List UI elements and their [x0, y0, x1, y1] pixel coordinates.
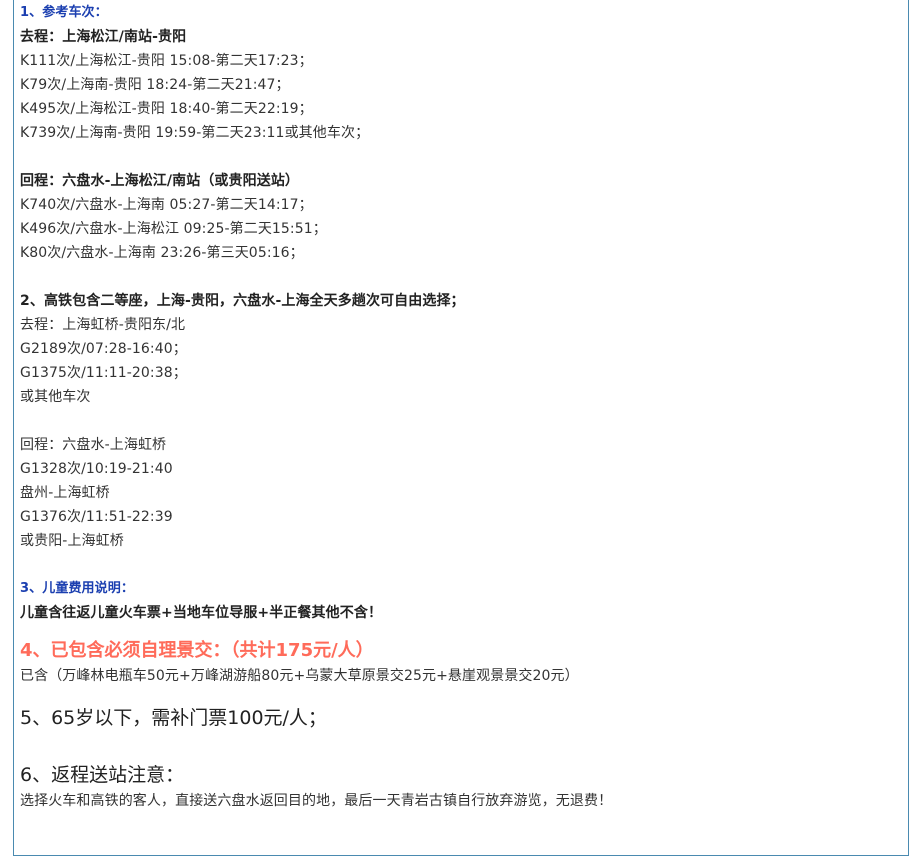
- section1-heading: 1、参考车次：: [20, 5, 108, 20]
- hsr-line: G1328次/10:19-21:40: [20, 461, 173, 477]
- train-line: K739次/上海南-贵阳 19:59-第二天23:11或其他车次；: [20, 125, 370, 141]
- return-title: 回程：六盘水-上海松江/南站（或贵阳送站）: [20, 173, 300, 189]
- section5-heading: 5、65岁以下，需补门票100元/人；: [20, 707, 327, 729]
- hsr-line: 回程：六盘水-上海虹桥: [20, 437, 167, 453]
- hsr-line: G1376次/11:51-22:39: [20, 509, 173, 525]
- train-line: K111次/上海松江-贵阳 15:08-第二天17:23；: [20, 53, 313, 69]
- train-line: K496次/六盘水-上海松江 09:25-第二天15:51；: [20, 221, 327, 237]
- hsr-line: G2189次/07:28-16:40；: [20, 341, 187, 357]
- hsr-line: 或贵阳-上海虹桥: [20, 533, 124, 549]
- itinerary-notes: 1、参考车次： 去程：上海松江/南站-贵阳 K111次/上海松江-贵阳 15:0…: [20, 1, 900, 813]
- train-line: K80次/六盘水-上海南 23:26-第三天05:16；: [20, 245, 304, 261]
- hsr-line: 或其他车次: [20, 389, 91, 405]
- section4-heading: 4、已包含必须自理景交：（共计175元/人）: [20, 640, 374, 661]
- train-line: K79次/上海南-贵阳 18:24-第二天21:47；: [20, 77, 290, 93]
- section3-heading: 3、儿童费用说明：: [20, 581, 134, 596]
- train-line: K495次/上海松江-贵阳 18:40-第二天22:19；: [20, 101, 313, 117]
- section2-heading: 2、高铁包含二等座，上海-贵阳，六盘水-上海全天多趟次可自由选择；: [20, 293, 465, 309]
- outbound-title: 去程：上海松江/南站-贵阳: [20, 29, 187, 45]
- section6-heading: 6、返程送站注意：: [20, 764, 185, 786]
- train-line: K740次/六盘水-上海南 05:27-第二天14:17；: [20, 197, 313, 213]
- hsr-line: 盘州-上海虹桥: [20, 485, 110, 501]
- return-notice-text: 选择火车和高铁的客人，直接送六盘水返回目的地，最后一天青岩古镇自行放弃游览，无退…: [20, 793, 613, 809]
- hsr-line: G1375次/11:11-20:38；: [20, 365, 187, 381]
- hsr-line: 去程：上海虹桥-贵阳东/北: [20, 317, 186, 333]
- included-fees-text: 已含（万峰林电瓶车50元+万峰湖游船80元+乌蒙大草原景交25元+悬崖观景景交2…: [20, 668, 579, 684]
- child-fee-text: 儿童含往返儿童火车票+当地车位导服+半正餐其他不含！: [20, 605, 383, 621]
